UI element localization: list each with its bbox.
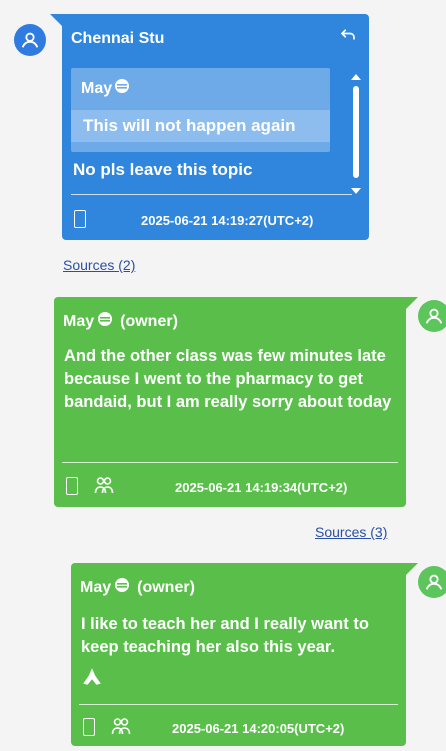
owner-avatar[interactable] xyxy=(418,566,446,598)
sender-avatar[interactable] xyxy=(14,24,46,56)
message-text: No pls leave this topic xyxy=(73,160,253,179)
praying-hands-icon xyxy=(83,668,101,685)
sources-link[interactable]: Sources (3) xyxy=(315,524,387,540)
user-avatar-icon xyxy=(425,308,443,324)
scroll-down-arrow[interactable] xyxy=(351,188,361,194)
outgoing-message[interactable]: May (owner) And the other class was few … xyxy=(54,297,418,507)
message-timestamp: 2025-06-21 14:19:34(UTC+2) xyxy=(175,480,348,495)
outgoing-message[interactable]: May (owner) I like to teach her and I re… xyxy=(71,563,418,746)
scroll-thumb[interactable] xyxy=(353,86,359,178)
people-icon xyxy=(94,477,114,494)
message-text: I like to teach her and I really want to… xyxy=(81,615,369,656)
message-scrollbar[interactable] xyxy=(351,74,361,194)
reply-icon[interactable] xyxy=(339,26,357,44)
sender-name: Chennai Stu xyxy=(71,30,165,47)
incoming-message[interactable]: Chennai Stu May This will not happen aga… xyxy=(50,14,369,240)
user-avatar-icon xyxy=(425,574,443,590)
message-divider xyxy=(62,462,398,463)
message-text: And the other class was few minutes late… xyxy=(64,347,392,411)
message-timestamp: 2025-06-21 14:20:05(UTC+2) xyxy=(172,721,345,736)
message-timestamp: 2025-06-21 14:19:27(UTC+2) xyxy=(141,213,314,228)
scroll-up-arrow[interactable] xyxy=(351,74,361,80)
sender-name: May (owner) xyxy=(80,577,195,598)
phone-icon xyxy=(74,210,86,228)
phone-icon xyxy=(83,718,95,736)
smiley-icon xyxy=(114,78,130,99)
quoted-message[interactable]: May This will not happen again xyxy=(71,68,330,152)
smiley-icon xyxy=(114,577,130,598)
user-avatar-icon xyxy=(21,32,39,48)
quoted-sender: May xyxy=(81,78,130,99)
smiley-icon xyxy=(97,311,113,332)
quoted-text: This will not happen again xyxy=(71,110,330,142)
sender-name: May (owner) xyxy=(63,311,178,332)
phone-icon xyxy=(66,477,78,495)
sources-link[interactable]: Sources (2) xyxy=(63,257,135,273)
message-divider xyxy=(79,704,398,705)
message-divider xyxy=(71,194,352,195)
people-icon xyxy=(111,718,131,735)
owner-avatar[interactable] xyxy=(418,300,446,332)
